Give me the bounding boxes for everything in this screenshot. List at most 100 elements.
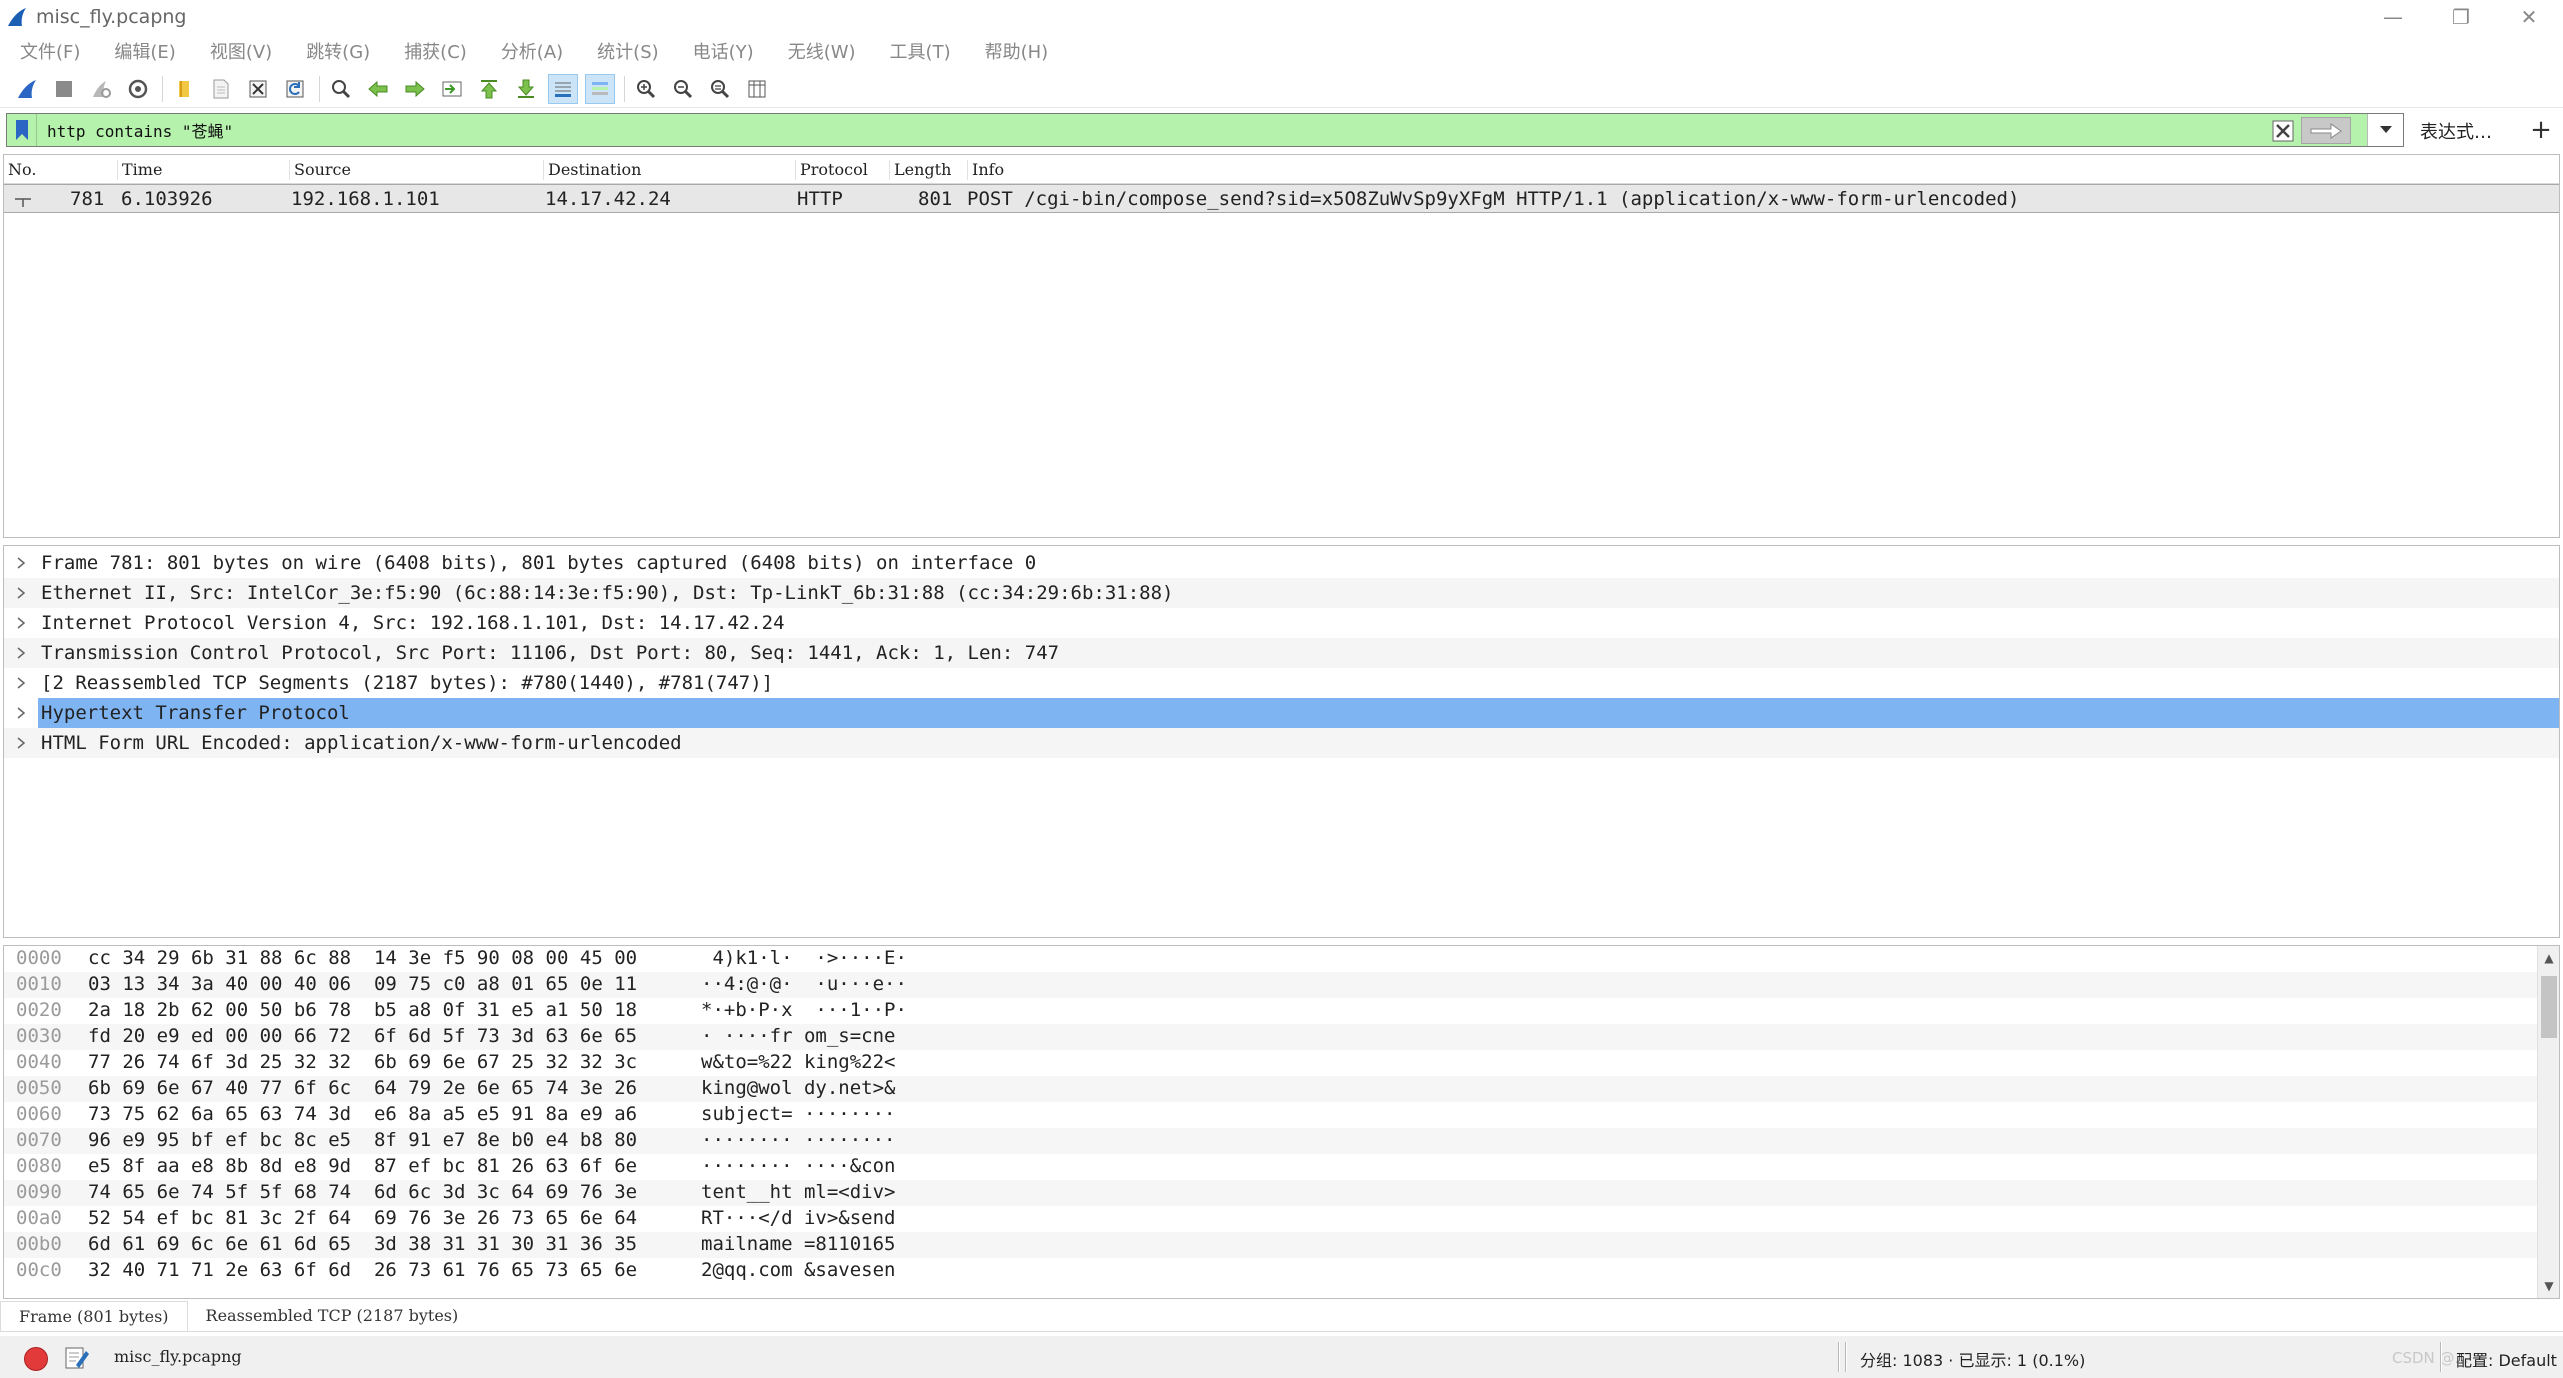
detail-row-urlencoded[interactable]: HTML Form URL Encoded: application/x-www… (4, 728, 2559, 758)
expand-arrow-icon[interactable] (4, 698, 38, 728)
tab-reassembled-tcp[interactable]: Reassembled TCP (2187 bytes) (188, 1301, 477, 1331)
apply-filter-button[interactable] (2301, 117, 2351, 144)
auto-scroll-button[interactable] (548, 73, 578, 104)
detail-row-reassembled[interactable]: [2 Reassembled TCP Segments (2187 bytes)… (4, 668, 2559, 698)
detail-row-http[interactable]: Hypertext Transfer Protocol (4, 698, 2559, 728)
add-filter-button[interactable]: + (2526, 113, 2556, 147)
byte-ascii[interactable]: 2@qq.com &savesen (701, 1259, 895, 1281)
last-packet-button[interactable] (511, 74, 541, 104)
bytes-row[interactable]: 0090 74 65 6e 74 5f 5f 68 74 6d 6c 3d 3c … (4, 1180, 2559, 1206)
byte-ascii[interactable]: king@wol dy.net>& (701, 1077, 895, 1099)
packet-bytes-pane[interactable]: 0000 cc 34 29 6b 31 88 6c 88 14 3e f5 90 … (3, 945, 2560, 1299)
expand-arrow-icon[interactable] (4, 728, 38, 758)
menu-file[interactable]: 文件(F) (20, 38, 80, 64)
column-header-length[interactable]: Length (889, 160, 969, 180)
menu-wireless[interactable]: 无线(W) (788, 38, 856, 64)
close-file-button[interactable] (243, 74, 273, 104)
bytes-row[interactable]: 0080 e5 8f aa e8 8b 8d e8 9d 87 ef bc 81 … (4, 1154, 2559, 1180)
bytes-row[interactable]: 0030 fd 20 e9 ed 00 00 66 72 6f 6d 5f 73 … (4, 1024, 2559, 1050)
menu-tools[interactable]: 工具(T) (890, 38, 951, 64)
packet-row[interactable]: 781 6.103926 192.168.1.101 14.17.42.24 H… (4, 184, 2559, 213)
detail-row-tcp[interactable]: Transmission Control Protocol, Src Port:… (4, 638, 2559, 668)
expand-arrow-icon[interactable] (4, 608, 38, 638)
first-packet-button[interactable] (474, 74, 504, 104)
normal-size-button[interactable] (705, 74, 735, 104)
open-file-button[interactable] (169, 74, 199, 104)
scroll-down-icon[interactable]: ▼ (2538, 1276, 2560, 1296)
bytes-row[interactable]: 0040 77 26 74 6f 3d 25 32 32 6b 69 6e 67 … (4, 1050, 2559, 1076)
menu-statistics[interactable]: 统计(S) (597, 38, 658, 64)
bytes-row[interactable]: 00a0 52 54 ef bc 81 3c 2f 64 69 76 3e 26 … (4, 1206, 2559, 1232)
detail-row-ipv4[interactable]: Internet Protocol Version 4, Src: 192.16… (4, 608, 2559, 638)
byte-hex[interactable]: 96 e9 95 bf ef bc 8c e5 8f 91 e7 8e b0 e… (88, 1129, 637, 1151)
bytes-row[interactable]: 00b0 6d 61 69 6c 6e 61 6d 65 3d 38 31 31 … (4, 1232, 2559, 1258)
detail-row-frame[interactable]: Frame 781: 801 bytes on wire (6408 bits)… (4, 548, 2559, 578)
filter-history-dropdown[interactable] (2367, 114, 2403, 146)
byte-hex[interactable]: 03 13 34 3a 40 00 40 06 09 75 c0 a8 01 6… (88, 973, 637, 995)
zoom-in-button[interactable] (631, 74, 661, 104)
minimize-button[interactable]: — (2359, 0, 2427, 34)
byte-ascii[interactable]: ········ ····&con (701, 1155, 895, 1177)
clear-filter-button[interactable] (2269, 117, 2297, 144)
expression-button[interactable]: 表达式… (2420, 118, 2492, 144)
byte-hex[interactable]: fd 20 e9 ed 00 00 66 72 6f 6d 5f 73 3d 6… (88, 1025, 637, 1047)
byte-ascii[interactable]: ········ ········ (701, 1129, 895, 1151)
zoom-out-button[interactable] (668, 74, 698, 104)
go-back-button[interactable] (363, 74, 393, 104)
byte-ascii[interactable]: tent__ht ml=<div> (701, 1181, 895, 1203)
column-header-destination[interactable]: Destination (543, 160, 795, 180)
byte-hex[interactable]: 74 65 6e 74 5f 5f 68 74 6d 6c 3d 3c 64 6… (88, 1181, 637, 1203)
byte-hex[interactable]: 6d 61 69 6c 6e 61 6d 65 3d 38 31 31 30 3… (88, 1233, 637, 1255)
byte-ascii[interactable]: RT···</d iv>&send (701, 1207, 895, 1229)
column-header-source[interactable]: Source (289, 160, 543, 180)
byte-ascii[interactable]: *·+b·P·x ···1··P· (701, 999, 907, 1021)
menu-help[interactable]: 帮助(H) (985, 38, 1049, 64)
column-header-no[interactable]: No. (4, 160, 114, 180)
bytes-scrollbar[interactable]: ▲ ▼ (2537, 946, 2559, 1298)
go-to-packet-button[interactable] (437, 74, 467, 104)
close-button[interactable]: ✕ (2495, 0, 2563, 34)
bytes-row[interactable]: 0060 73 75 62 6a 65 63 74 3d e6 8a a5 e5 … (4, 1102, 2559, 1128)
byte-hex[interactable]: 2a 18 2b 62 00 50 b6 78 b5 a8 0f 31 e5 a… (88, 999, 637, 1021)
expand-arrow-icon[interactable] (4, 668, 38, 698)
byte-ascii[interactable]: w&to=%22 king%22< (701, 1051, 895, 1073)
bytes-row[interactable]: 0070 96 e9 95 bf ef bc 8c e5 8f 91 e7 8e … (4, 1128, 2559, 1154)
expand-arrow-icon[interactable] (4, 548, 38, 578)
save-file-button[interactable] (206, 74, 236, 104)
capture-comment-icon[interactable] (64, 1345, 90, 1371)
menu-go[interactable]: 跳转(G) (306, 38, 370, 64)
scroll-up-icon[interactable]: ▲ (2538, 948, 2560, 968)
byte-ascii[interactable]: ··4:@·@· ·u···e·· (701, 973, 907, 995)
expert-info-icon[interactable] (24, 1347, 48, 1371)
byte-hex[interactable]: 52 54 ef bc 81 3c 2f 64 69 76 3e 26 73 6… (88, 1207, 637, 1229)
menu-capture[interactable]: 捕获(C) (404, 38, 467, 64)
menu-telephony[interactable]: 电话(Y) (693, 38, 754, 64)
reload-file-button[interactable] (280, 74, 310, 104)
byte-ascii[interactable]: · ····fr om_s=cne (701, 1025, 895, 1047)
bytes-row[interactable]: 00c0 32 40 71 71 2e 63 6f 6d 26 73 61 76 … (4, 1258, 2559, 1284)
scroll-thumb[interactable] (2541, 976, 2557, 1038)
bytes-row[interactable]: 0050 6b 69 6e 67 40 77 6f 6c 64 79 2e 6e … (4, 1076, 2559, 1102)
byte-hex[interactable]: 32 40 71 71 2e 63 6f 6d 26 73 61 76 65 7… (88, 1259, 637, 1281)
status-profile[interactable]: 配置: Default (2456, 1347, 2557, 1371)
bytes-row[interactable]: 0020 2a 18 2b 62 00 50 b6 78 b5 a8 0f 31 … (4, 998, 2559, 1024)
byte-hex[interactable]: 77 26 74 6f 3d 25 32 32 6b 69 6e 67 25 3… (88, 1051, 637, 1073)
filter-bookmark-button[interactable] (7, 114, 37, 146)
detail-row-ethernet[interactable]: Ethernet II, Src: IntelCor_3e:f5:90 (6c:… (4, 578, 2559, 608)
column-header-time[interactable]: Time (117, 160, 289, 180)
bytes-row[interactable]: 0000 cc 34 29 6b 31 88 6c 88 14 3e f5 90 … (4, 946, 2559, 972)
display-filter-input[interactable] (47, 115, 2247, 145)
column-header-info[interactable]: Info (967, 160, 2547, 180)
menu-edit[interactable]: 编辑(E) (114, 38, 175, 64)
restart-capture-button[interactable] (86, 74, 116, 104)
column-header-protocol[interactable]: Protocol (795, 160, 889, 180)
menu-analyze[interactable]: 分析(A) (501, 38, 563, 64)
expand-arrow-icon[interactable] (4, 578, 38, 608)
bytes-row[interactable]: 0010 03 13 34 3a 40 00 40 06 09 75 c0 a8 … (4, 972, 2559, 998)
resize-columns-button[interactable] (742, 74, 772, 104)
byte-hex[interactable]: 73 75 62 6a 65 63 74 3d e6 8a a5 e5 91 8… (88, 1103, 637, 1125)
byte-hex[interactable]: cc 34 29 6b 31 88 6c 88 14 3e f5 90 08 0… (88, 947, 637, 969)
go-forward-button[interactable] (400, 74, 430, 104)
colorize-button[interactable] (585, 73, 615, 104)
menu-view[interactable]: 视图(V) (210, 38, 272, 64)
